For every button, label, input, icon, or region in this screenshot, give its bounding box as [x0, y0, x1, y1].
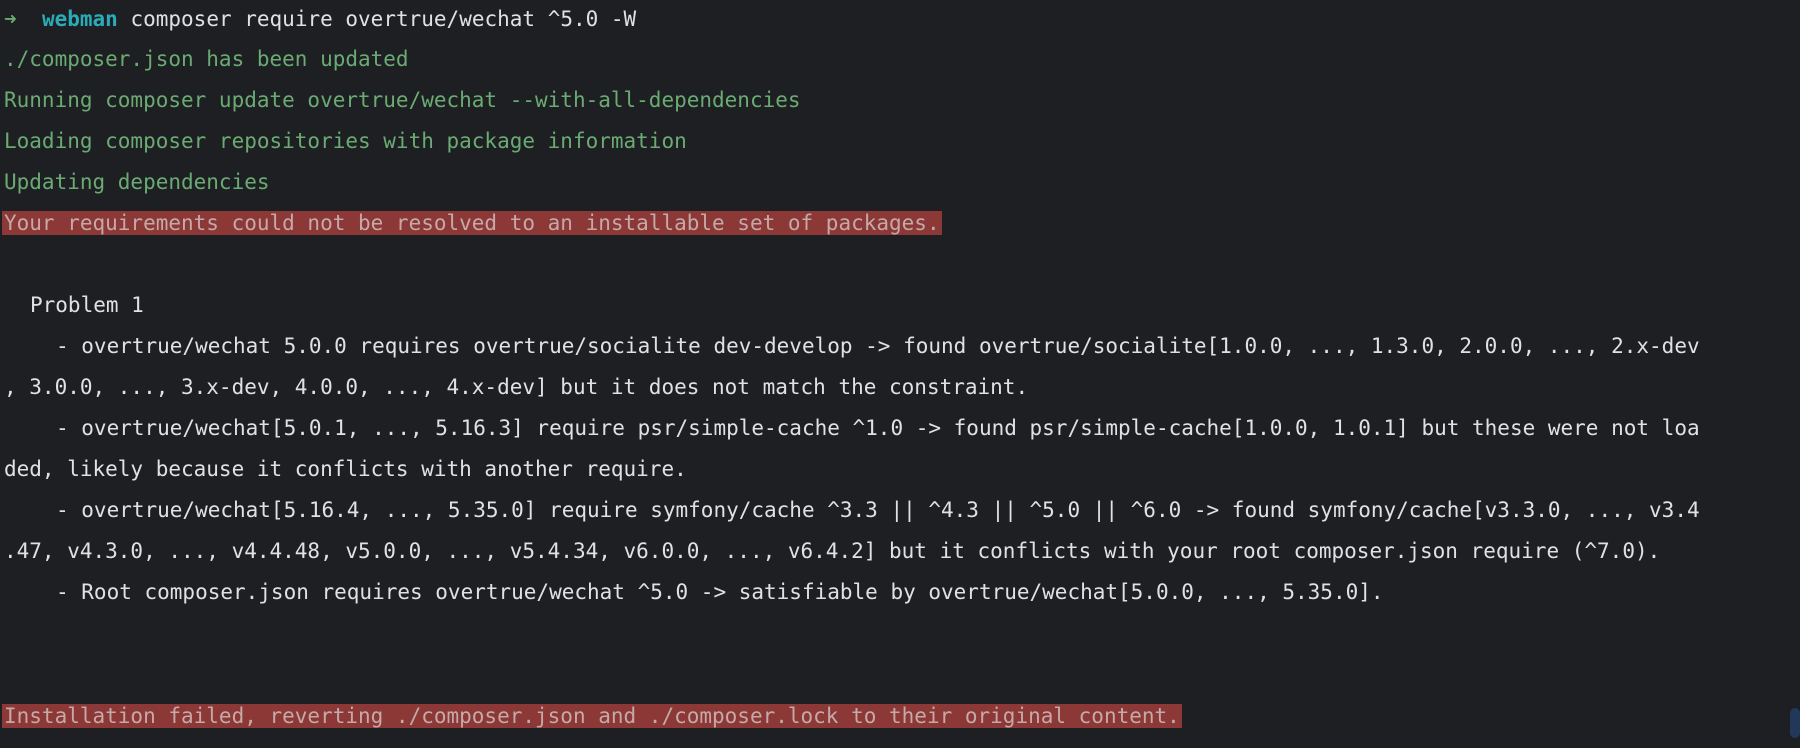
error-line-requirements: Your requirements could not be resolved …	[2, 208, 942, 238]
problem-line-3b: .47, v4.3.0, ..., v4.4.48, v5.0.0, ..., …	[4, 539, 1661, 563]
problem-line-2b: ded, likely because it conflicts with an…	[4, 457, 687, 481]
error-line-installation: Installation failed, reverting ./compose…	[2, 701, 1182, 731]
prompt-command: composer require overtrue/wechat ^5.0 -W	[130, 7, 637, 31]
output-line-updated: ./composer.json has been updated	[4, 47, 409, 71]
output-line-running: Running composer update overtrue/wechat …	[4, 88, 801, 112]
prompt-arrow-icon: ➜	[4, 7, 17, 31]
problem-header: Problem 1	[30, 293, 144, 317]
error-highlight-installation: Installation failed, reverting ./compose…	[2, 704, 1182, 728]
scrollbar-thumb[interactable]	[1790, 708, 1800, 738]
prompt-line: ➜ webman composer require overtrue/wecha…	[4, 4, 636, 34]
error-highlight-requirements: Your requirements could not be resolved …	[2, 211, 942, 235]
terminal-window[interactable]: ➜ webman composer require overtrue/wecha…	[0, 0, 1800, 748]
output-line-updating: Updating dependencies	[4, 170, 270, 194]
output-line-loading: Loading composer repositories with packa…	[4, 129, 687, 153]
problem-line-2a: - overtrue/wechat[5.0.1, ..., 5.16.3] re…	[56, 416, 1700, 440]
problem-line-1b: , 3.0.0, ..., 3.x-dev, 4.0.0, ..., 4.x-d…	[4, 375, 1029, 399]
problem-line-1a: - overtrue/wechat 5.0.0 requires overtru…	[56, 334, 1700, 358]
problem-line-3a: - overtrue/wechat[5.16.4, ..., 5.35.0] r…	[56, 498, 1700, 522]
problem-line-4: - Root composer.json requires overtrue/w…	[56, 580, 1384, 604]
prompt-directory: webman	[41, 7, 118, 31]
